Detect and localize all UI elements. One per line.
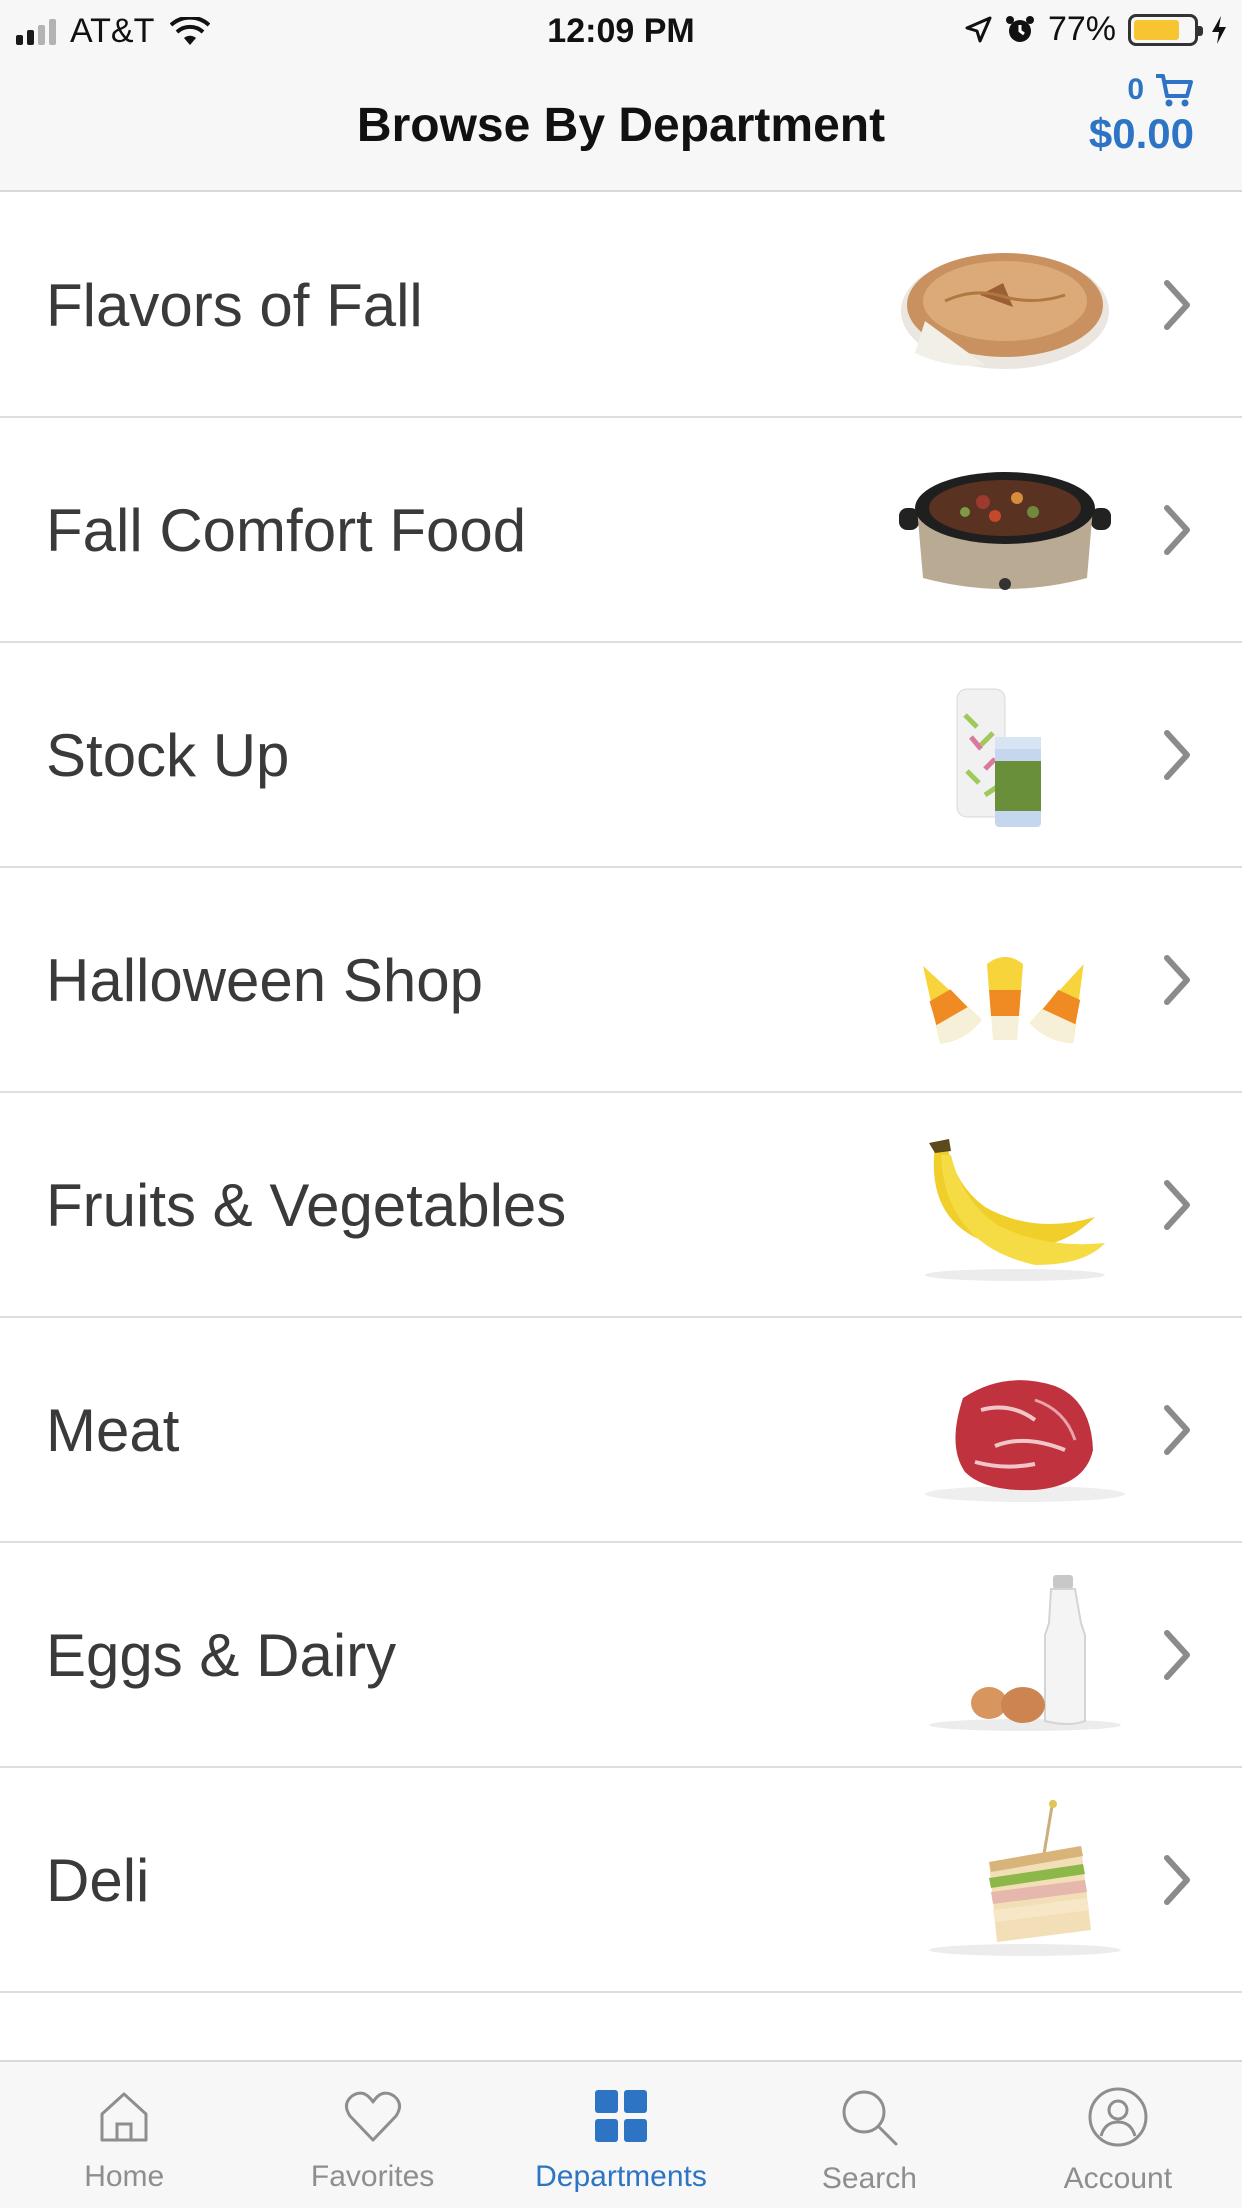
department-row-halloween-shop[interactable]: Halloween Shop	[0, 868, 1242, 1093]
heart-icon	[344, 2091, 401, 2142]
location-icon	[965, 16, 992, 42]
tab-label: Favorites	[310, 2160, 435, 2193]
alarm-icon	[1005, 15, 1034, 42]
tab-search[interactable]: Search	[745, 2062, 993, 2208]
department-row-meat[interactable]: Meat	[0, 1318, 1242, 1543]
tab-home[interactable]: Home	[0, 2062, 248, 2208]
cart-button[interactable]: 0 $0.00	[1089, 72, 1194, 158]
slow-cooker-image	[899, 472, 1111, 590]
tab-label: Account	[1063, 2162, 1173, 2195]
chevron-right-icon	[1164, 280, 1190, 330]
status-right: 77%	[964, 10, 1228, 49]
department-row-fruits-vegetables[interactable]: Fruits & Vegetables	[0, 1093, 1242, 1318]
tab-label: Home	[84, 2160, 165, 2193]
home-icon	[100, 2092, 148, 2142]
department-label: Deli	[46, 1847, 150, 1914]
department-row-fall-comfort-food[interactable]: Fall Comfort Food	[0, 418, 1242, 643]
tab-departments[interactable]: Departments	[497, 2062, 745, 2208]
charging-icon	[1212, 15, 1226, 44]
department-label: Stock Up	[46, 722, 290, 789]
department-label: Halloween Shop	[46, 947, 483, 1014]
department-row-stock-up[interactable]: Stock Up	[0, 643, 1242, 868]
page-title: Browse By Department	[356, 99, 886, 152]
department-row-deli[interactable]: Deli	[0, 1768, 1242, 1993]
tab-label: Search	[821, 2162, 917, 2195]
department-row-eggs-dairy[interactable]: Eggs & Dairy	[0, 1543, 1242, 1768]
chevron-right-icon	[1164, 1630, 1190, 1680]
bananas-image	[925, 1139, 1105, 1281]
battery-icon	[1128, 13, 1203, 46]
beef-image	[925, 1380, 1125, 1502]
department-label: Meat	[46, 1397, 180, 1464]
chevron-right-icon	[1164, 505, 1190, 555]
user-icon	[1088, 2087, 1148, 2147]
cart-total: $0.00	[1088, 110, 1194, 157]
tab-account[interactable]: Account	[994, 2062, 1242, 2208]
cart-count: 0	[1127, 73, 1144, 106]
paper-towels-and-can-image	[956, 688, 1041, 827]
chevron-right-icon	[1164, 1405, 1190, 1455]
status-bar: AT&T 12:09 PM 77%	[0, 0, 1242, 62]
search-icon	[842, 2090, 898, 2146]
tab-bar: Home Favorites Departments Search Accoun…	[0, 2060, 1242, 2208]
department-label: Flavors of Fall	[46, 272, 423, 339]
battery-percent: 77%	[1047, 10, 1116, 48]
cart-icon	[1156, 74, 1193, 107]
milk-and-eggs-image	[929, 1575, 1121, 1731]
chevron-right-icon	[1164, 730, 1190, 780]
grid-icon	[595, 2090, 648, 2142]
chevron-right-icon	[1164, 1855, 1190, 1905]
nav-bar: Browse By Department 0 $0.00	[0, 62, 1242, 192]
candy-corn-image	[923, 957, 1084, 1044]
department-label: Fall Comfort Food	[46, 497, 527, 564]
department-list: Flavors of Fall Fall Comfort Food Stock …	[0, 193, 1242, 2208]
tab-label: Departments	[535, 2160, 707, 2193]
department-label: Fruits & Vegetables	[46, 1172, 567, 1239]
tab-favorites[interactable]: Favorites	[248, 2062, 496, 2208]
department-label: Eggs & Dairy	[46, 1622, 397, 1689]
chevron-right-icon	[1164, 1180, 1190, 1230]
department-row-flavors-of-fall[interactable]: Flavors of Fall	[0, 193, 1242, 418]
chevron-right-icon	[1164, 955, 1190, 1005]
sandwich-image	[929, 1800, 1121, 1956]
pie-image	[901, 253, 1109, 369]
